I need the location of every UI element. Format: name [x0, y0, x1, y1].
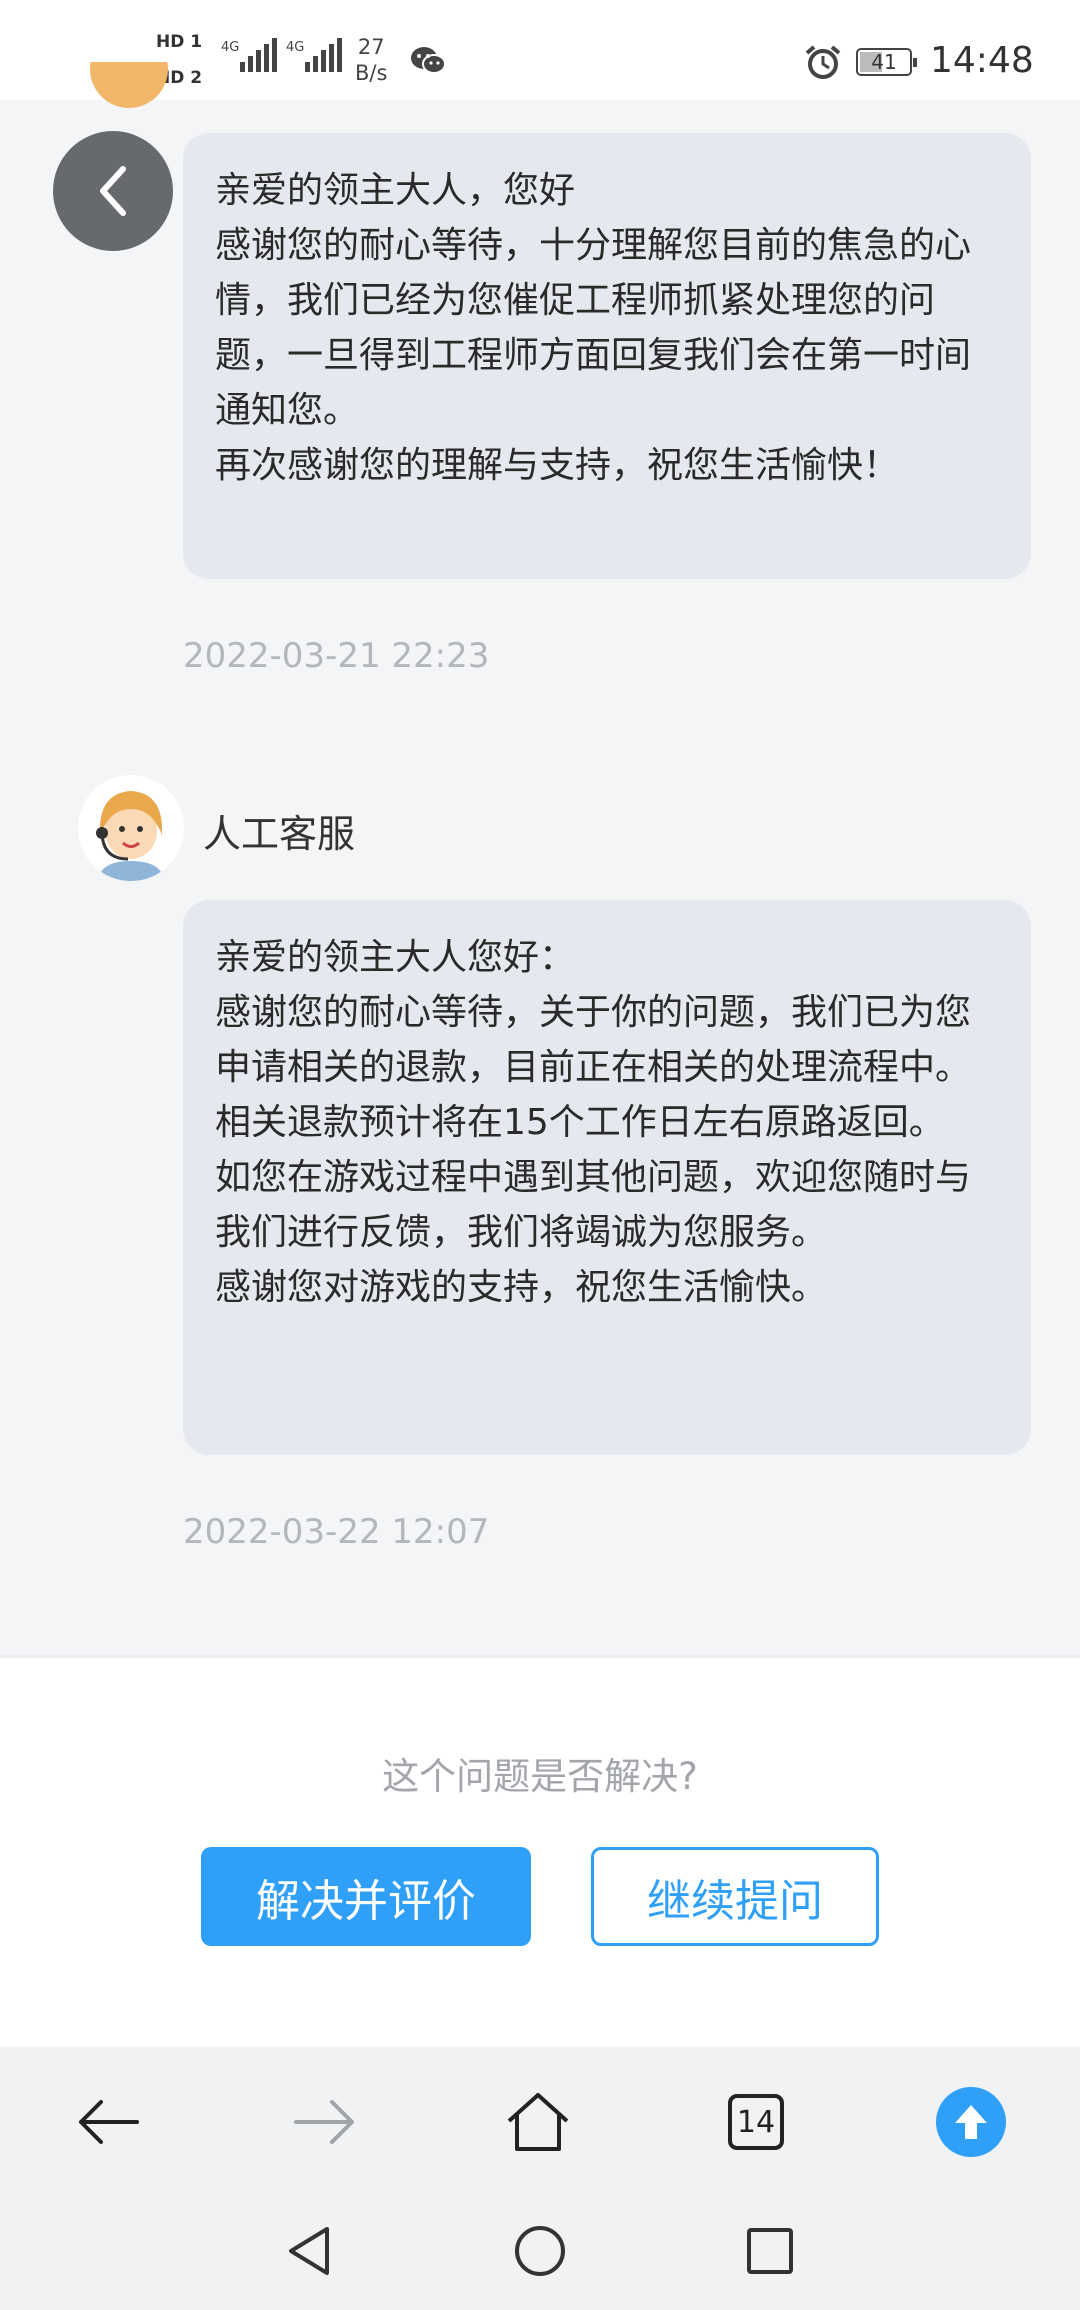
tab-count: 14: [728, 2094, 784, 2150]
arrow-right-icon: [294, 2100, 354, 2144]
home-button[interactable]: [503, 2087, 573, 2157]
speed-unit: B/s: [355, 61, 388, 85]
nav-home-button[interactable]: [510, 2221, 570, 2281]
agent-name: 人工客服: [203, 812, 356, 856]
upload-button[interactable]: [936, 2087, 1006, 2157]
home-icon: [507, 2093, 569, 2151]
back-button[interactable]: [53, 131, 173, 251]
back-nav-button[interactable]: [73, 2087, 143, 2157]
signal-icon: [240, 38, 277, 72]
tabs-button[interactable]: 14: [721, 2087, 791, 2157]
message-timestamp: 2022-03-22 12:07: [183, 1512, 490, 1552]
hd1-indicator: HD 1: [156, 32, 203, 52]
alarm-icon: [804, 44, 842, 84]
system-nav-bar: [0, 2195, 1080, 2310]
continue-asking-button[interactable]: 继续提问: [591, 1847, 879, 1946]
resolution-panel: 这个问题是否解决? 解决并评价 继续提问: [0, 1655, 1080, 2047]
battery-level: 41: [871, 50, 897, 74]
message-bubble: 亲爱的领主大人您好： 感谢您的耐心等待，关于你的问题，我们已为您申请相关的退款，…: [183, 900, 1031, 1455]
agent-avatar: [78, 775, 184, 881]
resolve-and-rate-button[interactable]: 解决并评价: [201, 1847, 531, 1946]
resolution-question: 这个问题是否解决?: [382, 1755, 698, 1798]
forward-nav-button[interactable]: [290, 2087, 360, 2157]
triangle-back-icon: [289, 2227, 329, 2275]
message-text: 亲爱的领主大人，您好 感谢您的耐心等待，十分理解您目前的焦急的心情，我们已经为您…: [215, 170, 972, 486]
wechat-icon: [410, 46, 446, 80]
network-speed: 27 B/s: [355, 34, 387, 86]
clock: 14:48: [930, 40, 1034, 81]
message-bubble: 亲爱的领主大人，您好 感谢您的耐心等待，十分理解您目前的焦急的心情，我们已经为您…: [183, 133, 1031, 579]
agent-avatar-partial: [90, 62, 168, 112]
message-timestamp: 2022-03-21 22:23: [183, 636, 490, 676]
browser-toolbar: 14: [0, 2047, 1080, 2195]
chevron-left-icon: [100, 166, 126, 216]
square-recents-icon: [747, 2228, 793, 2274]
arrow-left-icon: [79, 2100, 139, 2144]
speed-value: 27: [357, 35, 385, 59]
circle-home-icon: [515, 2226, 565, 2276]
message-text: 亲爱的领主大人您好： 感谢您的耐心等待，关于你的问题，我们已为您申请相关的退款，…: [215, 937, 972, 1308]
nav-recents-button[interactable]: [740, 2221, 800, 2281]
network-type-2: 4G: [286, 40, 305, 55]
network-type-1: 4G: [221, 40, 240, 55]
arrow-up-icon: [955, 2105, 987, 2139]
battery-icon: 41: [856, 48, 917, 76]
signal-icon-2: [305, 38, 342, 72]
nav-back-button[interactable]: [278, 2221, 338, 2281]
